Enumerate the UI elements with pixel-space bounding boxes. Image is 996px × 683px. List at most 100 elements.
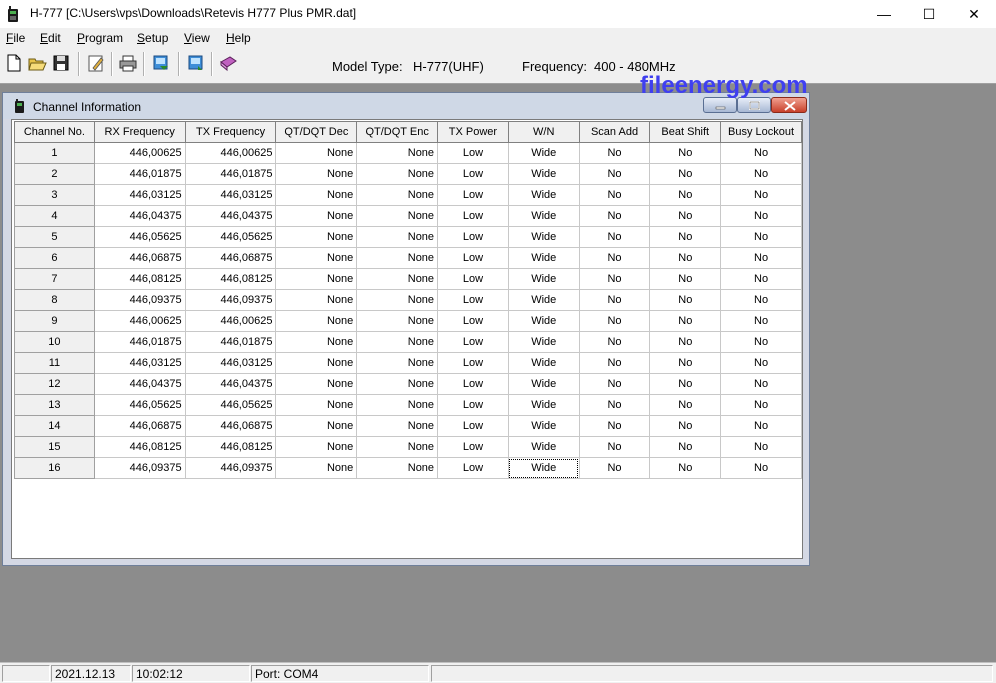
table-cell[interactable]: None bbox=[356, 457, 439, 479]
channel-number-cell[interactable]: 1 bbox=[14, 142, 95, 164]
table-cell[interactable]: None bbox=[356, 268, 439, 290]
table-cell[interactable]: No bbox=[720, 205, 802, 227]
table-cell[interactable]: No bbox=[578, 184, 651, 206]
table-cell[interactable]: None bbox=[356, 142, 439, 164]
table-cell[interactable]: No bbox=[578, 205, 651, 227]
table-cell[interactable]: No bbox=[720, 268, 802, 290]
menu-setup[interactable]: Setup bbox=[137, 31, 168, 45]
channel-number-cell[interactable]: 16 bbox=[14, 457, 95, 479]
table-cell[interactable]: Wide bbox=[507, 205, 580, 227]
table-cell[interactable]: Wide bbox=[507, 352, 580, 374]
table-cell[interactable]: No bbox=[649, 310, 722, 332]
table-cell[interactable]: 446,01875 bbox=[184, 163, 277, 185]
channel-number-cell[interactable]: 4 bbox=[14, 205, 95, 227]
menu-edit[interactable]: Edit bbox=[40, 31, 61, 45]
column-header[interactable]: RX Frequency bbox=[93, 121, 186, 143]
table-cell[interactable]: No bbox=[578, 310, 651, 332]
table-cell[interactable]: No bbox=[649, 184, 722, 206]
table-cell[interactable]: 446,05625 bbox=[184, 394, 277, 416]
table-cell[interactable]: 446,08125 bbox=[184, 436, 277, 458]
table-cell[interactable]: None bbox=[356, 436, 439, 458]
table-cell[interactable]: Low bbox=[437, 226, 509, 248]
table-cell[interactable]: No bbox=[649, 352, 722, 374]
table-cell[interactable]: No bbox=[720, 394, 802, 416]
table-cell[interactable]: None bbox=[275, 436, 358, 458]
menu-file[interactable]: File bbox=[6, 31, 25, 45]
table-cell[interactable]: No bbox=[649, 205, 722, 227]
table-cell[interactable]: Wide bbox=[507, 289, 580, 311]
table-cell[interactable]: No bbox=[720, 331, 802, 353]
table-cell[interactable]: 446,03125 bbox=[93, 184, 186, 206]
table-cell[interactable]: Wide bbox=[507, 247, 580, 269]
table-cell[interactable]: 446,01875 bbox=[93, 163, 186, 185]
write-radio-icon[interactable] bbox=[186, 52, 206, 74]
table-cell[interactable]: 446,00625 bbox=[184, 310, 277, 332]
table-cell[interactable]: 446,05625 bbox=[184, 226, 277, 248]
table-cell[interactable]: No bbox=[578, 394, 651, 416]
table-cell[interactable]: None bbox=[356, 394, 439, 416]
table-cell[interactable]: No bbox=[578, 142, 651, 164]
table-cell[interactable]: Wide bbox=[507, 142, 580, 164]
table-cell[interactable]: None bbox=[356, 226, 439, 248]
menu-help[interactable]: Help bbox=[226, 31, 251, 45]
table-row[interactable]: 1 446,00625 446,00625 None None Low Wide No No No bbox=[14, 142, 802, 164]
table-cell[interactable]: 446,01875 bbox=[93, 331, 186, 353]
table-cell[interactable]: 446,06875 bbox=[93, 247, 186, 269]
table-cell[interactable]: No bbox=[649, 247, 722, 269]
column-header[interactable]: QT/DQT Enc bbox=[356, 121, 439, 143]
table-cell[interactable]: 446,05625 bbox=[93, 226, 186, 248]
table-cell[interactable]: No bbox=[578, 352, 651, 374]
table-cell[interactable]: No bbox=[720, 310, 802, 332]
channel-number-cell[interactable]: 12 bbox=[14, 373, 95, 395]
table-cell[interactable]: No bbox=[578, 436, 651, 458]
channel-number-cell[interactable]: 14 bbox=[14, 415, 95, 437]
table-cell[interactable]: 446,00625 bbox=[93, 310, 186, 332]
table-cell[interactable]: None bbox=[356, 310, 439, 332]
table-cell[interactable]: None bbox=[275, 205, 358, 227]
table-cell[interactable]: No bbox=[578, 268, 651, 290]
table-cell[interactable]: 446,03125 bbox=[184, 352, 277, 374]
table-cell[interactable]: Wide bbox=[507, 310, 580, 332]
minimize-button[interactable]: — bbox=[861, 0, 907, 28]
table-cell[interactable]: 446,05625 bbox=[93, 394, 186, 416]
table-cell[interactable]: Low bbox=[437, 289, 509, 311]
table-cell[interactable]: No bbox=[649, 457, 722, 479]
table-cell[interactable]: None bbox=[275, 394, 358, 416]
channel-number-cell[interactable]: 9 bbox=[14, 310, 95, 332]
table-cell[interactable]: None bbox=[275, 457, 358, 479]
save-icon[interactable] bbox=[51, 52, 71, 74]
channel-number-cell[interactable]: 2 bbox=[14, 163, 95, 185]
table-cell[interactable]: No bbox=[649, 331, 722, 353]
table-cell[interactable]: No bbox=[578, 331, 651, 353]
table-cell[interactable]: No bbox=[720, 163, 802, 185]
table-cell[interactable]: 446,03125 bbox=[184, 184, 277, 206]
table-cell[interactable]: No bbox=[649, 142, 722, 164]
table-cell[interactable]: Wide bbox=[507, 184, 580, 206]
table-cell[interactable]: 446,09375 bbox=[184, 289, 277, 311]
table-row[interactable]: 10 446,01875 446,01875 None None Low Wide No No N… bbox=[14, 331, 802, 353]
table-cell[interactable]: No bbox=[720, 289, 802, 311]
table-row[interactable]: 14 446,06875 446,06875 None None Low Wide No No N… bbox=[14, 415, 802, 437]
book-icon[interactable] bbox=[218, 52, 238, 74]
table-cell[interactable]: No bbox=[720, 352, 802, 374]
channel-number-cell[interactable]: 10 bbox=[14, 331, 95, 353]
table-cell[interactable]: Low bbox=[437, 457, 509, 479]
channel-number-cell[interactable]: 8 bbox=[14, 289, 95, 311]
table-cell[interactable]: Wide bbox=[507, 163, 580, 185]
table-cell[interactable]: None bbox=[275, 352, 358, 374]
table-cell[interactable]: No bbox=[720, 247, 802, 269]
table-cell[interactable]: No bbox=[649, 394, 722, 416]
column-header[interactable]: QT/DQT Dec bbox=[275, 121, 358, 143]
table-cell[interactable]: No bbox=[649, 268, 722, 290]
column-header[interactable]: Scan Add bbox=[578, 121, 651, 143]
table-row[interactable]: 4 446,04375 446,04375 None None Low Wide No No No bbox=[14, 205, 802, 227]
table-row[interactable]: 16 446,09375 446,09375 None None Low Wide No No N… bbox=[14, 457, 802, 479]
channel-number-cell[interactable]: 3 bbox=[14, 184, 95, 206]
table-cell[interactable]: None bbox=[275, 415, 358, 437]
table-cell[interactable]: None bbox=[275, 142, 358, 164]
table-cell[interactable]: No bbox=[578, 415, 651, 437]
table-cell[interactable]: No bbox=[578, 289, 651, 311]
table-cell[interactable]: No bbox=[720, 142, 802, 164]
table-cell[interactable]: 446,08125 bbox=[184, 268, 277, 290]
table-cell[interactable]: 446,00625 bbox=[93, 142, 186, 164]
